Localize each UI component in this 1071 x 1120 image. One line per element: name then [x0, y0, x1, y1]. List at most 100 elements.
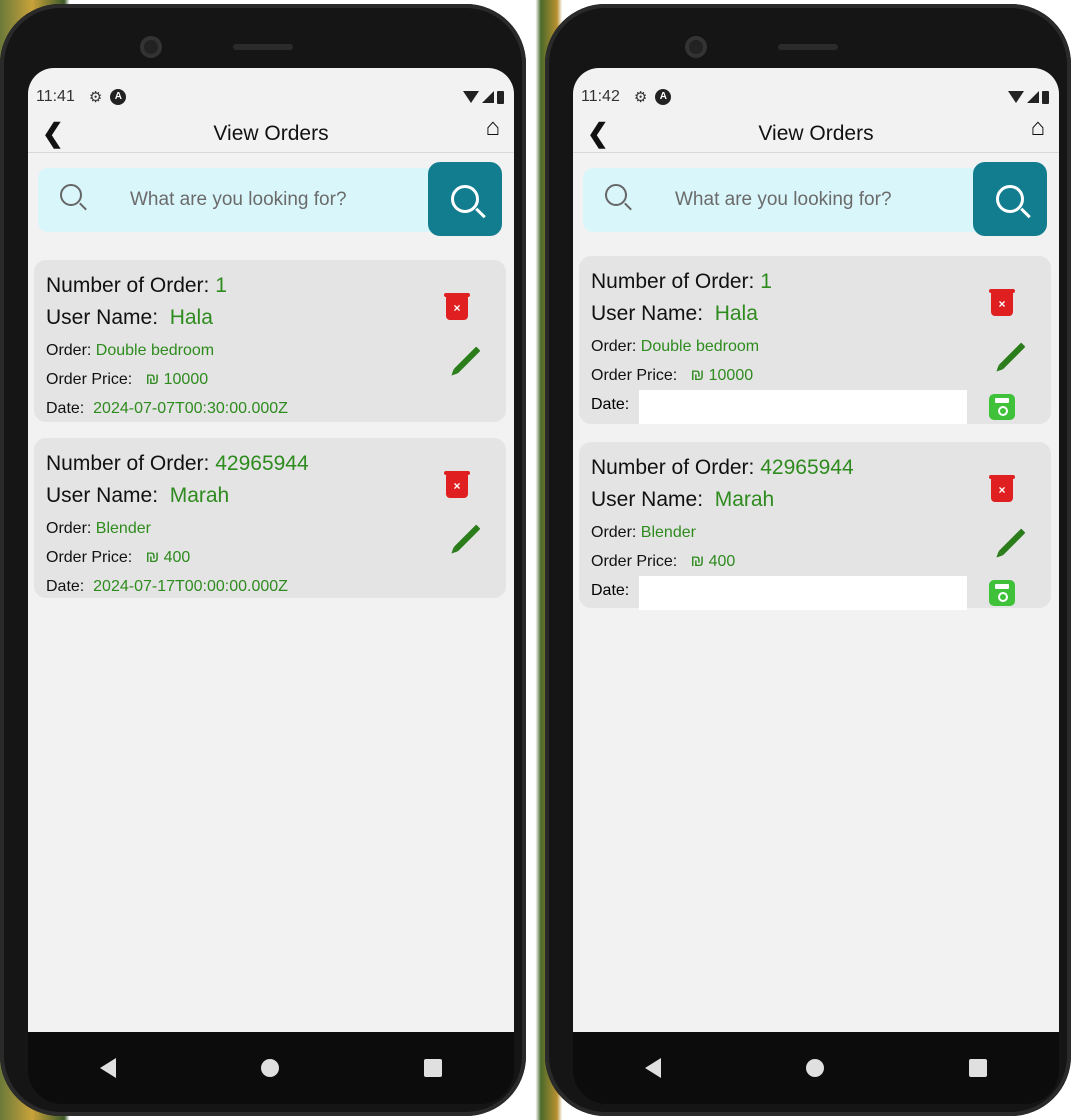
date-label: Date:: [591, 396, 630, 413]
status-time: 11:41: [36, 88, 75, 105]
order-price-row: Order Price: ₪ 400: [591, 553, 735, 571]
order-price-value: ₪ 10000: [145, 371, 209, 388]
notification-icon: A: [110, 89, 127, 105]
order-number-row: Number of Order: 42965944: [591, 456, 854, 480]
order-value: Blender: [95, 520, 151, 537]
speaker: [778, 44, 838, 50]
app-header: ❮ View Orders ⌂: [28, 112, 514, 153]
order-number-row: Number of Order: 1: [46, 274, 227, 298]
status-bar: 11:41 ⚙ A: [36, 86, 504, 108]
user-name-value: Hala: [169, 306, 213, 329]
order-card: Number of Order: 1 User Name: Hala Order…: [579, 256, 1051, 424]
order-label: Order:: [46, 342, 92, 359]
user-name-label: User Name:: [46, 484, 159, 507]
user-name-value: Marah: [169, 484, 230, 507]
date-input[interactable]: [639, 576, 967, 610]
search-input[interactable]: [128, 188, 392, 212]
order-number-label: Number of Order:: [46, 274, 210, 297]
system-nav-bar: [28, 1032, 514, 1104]
search-icon: [605, 184, 627, 213]
nav-back-icon[interactable]: [100, 1058, 117, 1078]
date-label: Date:: [46, 400, 85, 417]
date-input[interactable]: [639, 390, 967, 424]
order-price-label: Order Price:: [591, 553, 678, 570]
save-icon[interactable]: [989, 580, 1015, 606]
nav-home-icon[interactable]: [805, 1059, 824, 1077]
order-row: Order: Blender: [591, 524, 696, 542]
order-price-row: Order Price: ₪ 400: [46, 549, 190, 567]
date-row: Date: 2024-07-07T00:30:00.000Z: [46, 400, 288, 418]
trash-icon[interactable]: ×: [444, 471, 470, 498]
save-icon[interactable]: [989, 394, 1015, 420]
home-icon[interactable]: ⌂: [486, 114, 501, 142]
order-price-value: ₪ 400: [690, 553, 736, 570]
pencil-icon[interactable]: [453, 346, 481, 374]
order-price-label: Order Price:: [591, 367, 678, 384]
status-bar: 11:42 ⚙ A: [581, 86, 1049, 108]
home-icon[interactable]: ⌂: [1031, 114, 1046, 142]
order-price-value: ₪ 400: [145, 549, 191, 566]
date-row: Date: 2024-07-17T00:00:00.000Z: [46, 578, 288, 596]
phone-frame-left: 11:41 ⚙ A ❮ View Orders ⌂ Number of Orde…: [0, 4, 526, 1116]
order-row: Order: Double bedroom: [46, 342, 214, 360]
order-value: Blender: [640, 524, 696, 541]
date-label: Date:: [591, 582, 630, 599]
order-card: Number of Order: 1 User Name: Hala Order…: [34, 260, 506, 422]
order-row: Order: Blender: [46, 520, 151, 538]
nav-recents-icon[interactable]: [423, 1059, 442, 1077]
order-price-row: Order Price: ₪ 10000: [591, 367, 753, 385]
order-price-label: Order Price:: [46, 549, 133, 566]
front-camera: [685, 36, 707, 58]
pencil-icon[interactable]: [453, 524, 481, 552]
order-number-row: Number of Order: 42965944: [46, 452, 309, 476]
search-bar: [38, 162, 502, 236]
search-icon: [996, 185, 1024, 213]
search-icon: [451, 185, 479, 213]
order-row: Order: Double bedroom: [591, 338, 759, 356]
front-camera: [140, 36, 162, 58]
battery-icon: [497, 90, 504, 104]
signal-icon: [1027, 91, 1039, 103]
search-button[interactable]: [428, 162, 502, 236]
search-input[interactable]: [673, 188, 937, 212]
pencil-icon[interactable]: [998, 528, 1026, 556]
date-value: 2024-07-17T00:00:00.000Z: [93, 578, 288, 595]
user-name-row: User Name: Hala: [591, 302, 758, 326]
order-number-label: Number of Order:: [46, 452, 210, 475]
order-label: Order:: [46, 520, 92, 537]
user-name-label: User Name:: [46, 306, 159, 329]
settings-icon: ⚙: [88, 89, 103, 106]
nav-back-icon[interactable]: [645, 1058, 662, 1078]
battery-icon: [1042, 90, 1049, 104]
order-price-label: Order Price:: [46, 371, 133, 388]
order-price-row: Order Price: ₪ 10000: [46, 371, 208, 389]
order-value: Double bedroom: [95, 342, 215, 359]
nav-recents-icon[interactable]: [968, 1059, 987, 1077]
screen-view-orders: 11:41 ⚙ A ❮ View Orders ⌂ Number of Orde…: [28, 68, 514, 1032]
status-time: 11:42: [581, 88, 620, 105]
trash-icon[interactable]: ×: [989, 475, 1015, 502]
nav-home-icon[interactable]: [260, 1059, 279, 1077]
order-number-label: Number of Order:: [591, 270, 755, 293]
user-name-value: Hala: [714, 302, 758, 325]
order-card: Number of Order: 42965944 User Name: Mar…: [34, 438, 506, 598]
order-number-value: 42965944: [760, 456, 854, 479]
order-number-label: Number of Order:: [591, 456, 755, 479]
date-value: 2024-07-07T00:30:00.000Z: [93, 400, 288, 417]
pencil-icon[interactable]: [998, 342, 1026, 370]
order-card: Number of Order: 42965944 User Name: Mar…: [579, 442, 1051, 610]
search-button[interactable]: [973, 162, 1047, 236]
user-name-label: User Name:: [591, 302, 704, 325]
trash-icon[interactable]: ×: [444, 293, 470, 320]
user-name-row: User Name: Hala: [46, 306, 213, 330]
user-name-label: User Name:: [591, 488, 704, 511]
order-number-row: Number of Order: 1: [591, 270, 772, 294]
speaker: [233, 44, 293, 50]
user-name-value: Marah: [714, 488, 775, 511]
order-value: Double bedroom: [640, 338, 760, 355]
trash-icon[interactable]: ×: [989, 289, 1015, 316]
wifi-icon: [1008, 91, 1024, 103]
screen-view-orders-edit: 11:42 ⚙ A ❮ View Orders ⌂ Number of Orde…: [573, 68, 1059, 1032]
order-number-value: 1: [760, 270, 772, 293]
wifi-icon: [463, 91, 479, 103]
